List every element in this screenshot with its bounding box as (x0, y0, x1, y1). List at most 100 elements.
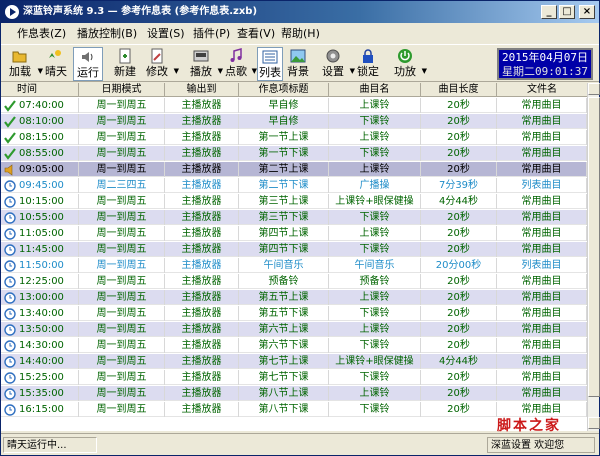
run-button[interactable]: 运行 (73, 47, 103, 81)
cell-output: 主播放器 (165, 178, 239, 193)
column-header-time[interactable]: 时间 (1, 83, 79, 97)
table-row[interactable]: 07:40:00 周一到周五 主播放器 早自修 上课铃 20秒 常用曲目 (1, 98, 587, 113)
column-header-length[interactable]: 曲目长度 (421, 83, 497, 97)
vertical-scrollbar[interactable] (587, 83, 600, 431)
chevron-down-icon[interactable]: ▼ (422, 67, 427, 75)
table-header: 时间 日期模式 输出到 作息项标题 曲目名 曲目长度 文件名 (1, 83, 587, 97)
cell-date-mode: 周一到周五 (79, 386, 165, 401)
table-row[interactable]: 10:55:00 周一到周五 主播放器 第三节下课 下课铃 20秒 常用曲目 (1, 210, 587, 225)
settings-button[interactable]: 设置 ▼ (319, 47, 355, 81)
edit-button[interactable]: 修改 ▼ (143, 47, 179, 81)
cell-time: 15:35:00 (1, 386, 79, 401)
table-row[interactable]: 11:45:00 周一到周五 主播放器 第四节下课 下课铃 20秒 常用曲目 (1, 242, 587, 257)
cell-length: 20秒 (421, 306, 497, 321)
chevron-down-icon[interactable]: ▼ (174, 67, 179, 75)
maximize-button[interactable]: □ (559, 5, 575, 19)
cell-length: 7分39秒 (421, 178, 497, 193)
cell-length: 20秒 (421, 322, 497, 337)
cell-output: 主播放器 (165, 402, 239, 417)
list-button[interactable]: 列表 (257, 47, 283, 81)
close-button[interactable]: × (579, 5, 595, 19)
cell-track: 上课铃 (329, 130, 421, 145)
table-row[interactable]: 10:15:00 周一到周五 主播放器 第三节上课 上课铃+眼保健操 4分44秒 常用曲目 (1, 194, 587, 209)
scroll-up-button[interactable] (588, 83, 600, 95)
cell-time: 16:15:00 (1, 402, 79, 417)
song-request-button[interactable]: 点歌 ▼ (223, 47, 257, 81)
scroll-thumb[interactable] (588, 97, 600, 397)
cell-date-mode: 周一到周五 (79, 130, 165, 145)
minimize-button[interactable]: _ (541, 5, 557, 19)
column-header-output[interactable]: 输出到 (165, 83, 239, 97)
column-header-filename[interactable]: 文件名 (497, 83, 587, 97)
cell-date-mode: 周一到周五 (79, 258, 165, 273)
cell-time: 08:10:00 (1, 114, 79, 129)
sunny-button[interactable]: 晴天 (43, 47, 69, 81)
table-row[interactable]: 13:00:00 周一到周五 主播放器 第五节上课 上课铃 20秒 常用曲目 (1, 290, 587, 305)
table-row[interactable]: 14:40:00 周一到周五 主播放器 第七节上课 上课铃+眼保健操 4分44秒 常用曲目 (1, 354, 587, 369)
menu-settings[interactable]: 设置(S) (147, 26, 185, 41)
menu-view[interactable]: 查看(V) (237, 26, 275, 41)
power-icon (398, 49, 412, 63)
menu-bar: 作息表(Z) 播放控制(B) 设置(S) 插件(P) 查看(V) 帮助(H) (1, 23, 599, 43)
lock-button[interactable]: 锁定 (355, 47, 381, 81)
table-row[interactable]: 08:10:00 周一到周五 主播放器 早自修 下课铃 20秒 常用曲目 (1, 114, 587, 129)
cell-date-mode: 周一到周五 (79, 242, 165, 257)
table-row[interactable]: 11:50:00 周一到周五 主播放器 午间音乐 午间音乐 20分00秒 列表曲目 (1, 258, 587, 273)
play-button[interactable]: 播放 ▼ (187, 47, 223, 81)
table-row[interactable]: 15:35:00 周一到周五 主播放器 第八节上课 上课铃 20秒 常用曲目 (1, 386, 587, 401)
cell-track: 下课铃 (329, 114, 421, 129)
cell-title: 第四节上课 (239, 226, 329, 241)
cell-title: 预备铃 (239, 274, 329, 289)
cell-output: 主播放器 (165, 242, 239, 257)
table-row[interactable]: 12:25:00 周一到周五 主播放器 预备铃 预备铃 20秒 常用曲目 (1, 274, 587, 289)
speaker-icon (82, 52, 93, 62)
table-row[interactable]: 09:05:00 周一到周五 主播放器 第二节上课 上课铃 20秒 常用曲目 (1, 162, 587, 177)
cell-output: 主播放器 (165, 258, 239, 273)
cell-track: 上课铃 (329, 98, 421, 113)
table-row[interactable]: 13:50:00 周一到周五 主播放器 第六节上课 上课铃 20秒 常用曲目 (1, 322, 587, 337)
cell-time: 07:40:00 (1, 98, 79, 113)
menu-playback[interactable]: 播放控制(B) (77, 26, 137, 41)
table-row[interactable]: 08:15:00 周一到周五 主播放器 第一节上课 上课铃 20秒 常用曲目 (1, 130, 587, 145)
cell-title: 午间音乐 (239, 258, 329, 273)
cell-track: 上课铃+眼保健操 (329, 354, 421, 369)
menu-plugins[interactable]: 插件(P) (193, 26, 230, 41)
amplifier-button[interactable]: 功放 ▼ (391, 47, 427, 81)
cell-date-mode: 周一到周五 (79, 162, 165, 177)
folder-open-icon (12, 51, 27, 63)
menu-schedule[interactable]: 作息表(Z) (17, 26, 66, 41)
table-row[interactable]: 15:25:00 周一到周五 主播放器 第七节下课 下课铃 20秒 常用曲目 (1, 370, 587, 385)
new-button[interactable]: 新建 (111, 47, 139, 81)
cell-time: 13:40:00 (1, 306, 79, 321)
menu-help[interactable]: 帮助(H) (281, 26, 320, 41)
table-row[interactable]: 11:05:00 周一到周五 主播放器 第四节上课 上课铃 20秒 常用曲目 (1, 226, 587, 241)
column-header-date-mode[interactable]: 日期模式 (79, 83, 165, 97)
table-row[interactable]: 08:55:00 周一到周五 主播放器 第一节下课 下课铃 20秒 常用曲目 (1, 146, 587, 161)
table-row[interactable]: 13:40:00 周一到周五 主播放器 第五节下课 下课铃 20秒 常用曲目 (1, 306, 587, 321)
cell-date-mode: 周一到周五 (79, 194, 165, 209)
cell-filename: 常用曲目 (497, 242, 587, 257)
cell-date-mode: 周一到周五 (79, 226, 165, 241)
column-header-title[interactable]: 作息项标题 (239, 83, 329, 97)
background-button[interactable]: 背景 (285, 47, 311, 81)
cell-title: 第七节下课 (239, 370, 329, 385)
title-bar[interactable]: 深蓝铃声系统 9.3 — 参考作息表 (参考作息表.zxb) _ □ × (1, 1, 599, 23)
new-document-icon (119, 48, 131, 64)
cell-time: 15:25:00 (1, 370, 79, 385)
toolbar: 加载 ▼ 晴天 运行 新建 修改 ▼ 播放 ▼ 点歌 ▼ 列表 背景 设置 ▼ … (1, 44, 599, 82)
cell-time: 14:30:00 (1, 338, 79, 353)
load-button[interactable]: 加载 ▼ (5, 47, 43, 81)
cell-length: 4分44秒 (421, 194, 497, 209)
scroll-down-button[interactable] (588, 417, 600, 429)
cell-length: 20秒 (421, 290, 497, 305)
cell-track: 下课铃 (329, 242, 421, 257)
table-row[interactable]: 14:30:00 周一到周五 主播放器 第六节下课 下课铃 20秒 常用曲目 (1, 338, 587, 353)
cell-title: 早自修 (239, 114, 329, 129)
cell-length: 20秒 (421, 210, 497, 225)
cell-output: 主播放器 (165, 290, 239, 305)
cell-filename: 常用曲目 (497, 130, 587, 145)
column-header-track[interactable]: 曲目名 (329, 83, 421, 97)
cell-track: 广播操 (329, 178, 421, 193)
cell-filename: 常用曲目 (497, 290, 587, 305)
table-row[interactable]: 09:45:00 周二三四五 主播放器 第二节下课 广播操 7分39秒 列表曲目 (1, 178, 587, 193)
